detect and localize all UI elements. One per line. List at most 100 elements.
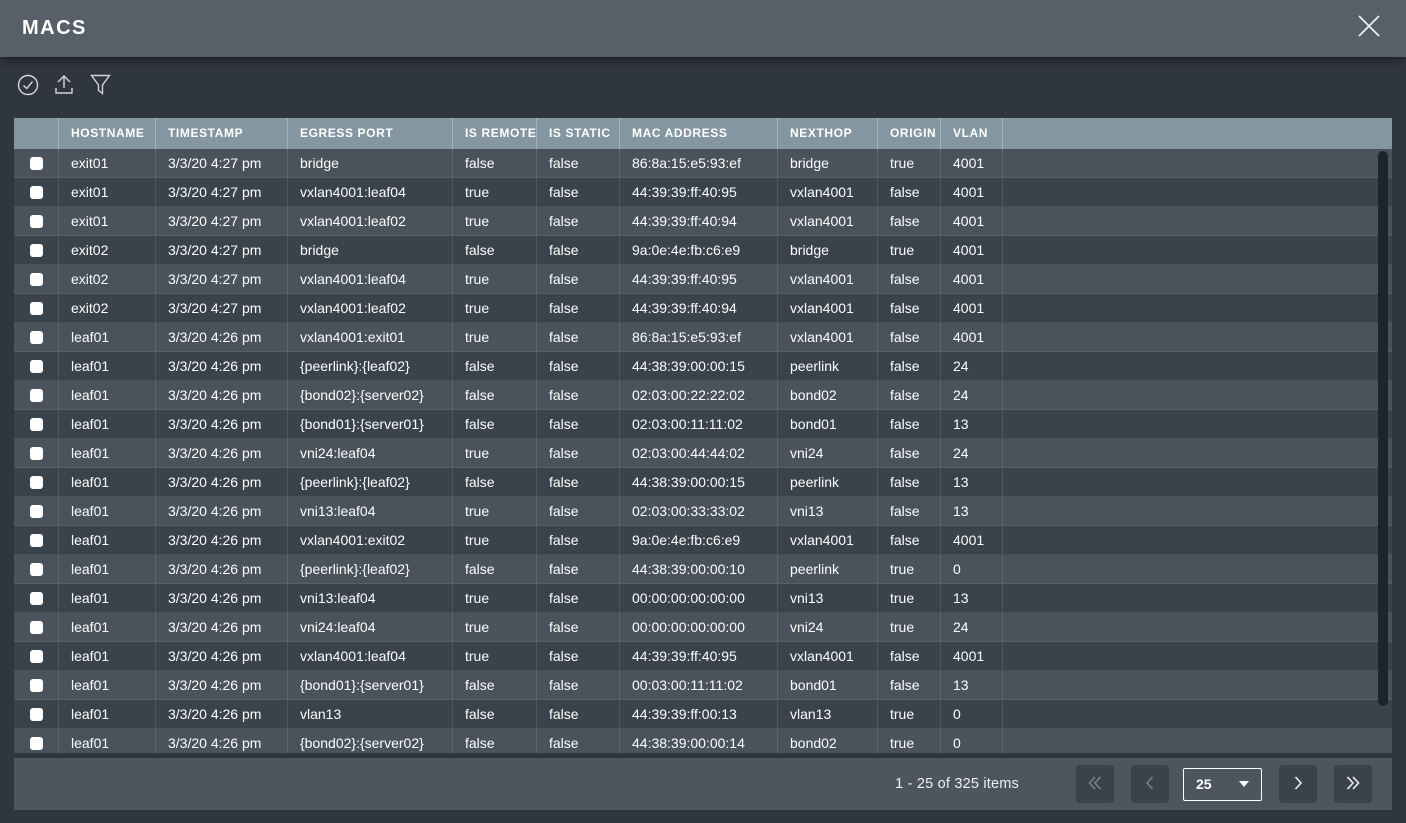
cell-is-static: false (537, 352, 620, 381)
cell-nexthop: vni13 (778, 497, 878, 526)
cell-hostname: exit02 (59, 236, 156, 265)
header-cell-timestamp[interactable]: TIMESTAMP (156, 118, 288, 149)
row-checkbox[interactable] (30, 592, 43, 605)
row-checkbox[interactable] (30, 679, 43, 692)
table-row: leaf013/3/20 4:26 pmvni13:leaf04truefals… (14, 497, 1392, 526)
cell-is-static: false (537, 613, 620, 642)
cell-filler (1003, 729, 1392, 753)
table-rows: exit013/3/20 4:27 pmbridgefalsefalse86:8… (14, 149, 1392, 753)
row-checkbox[interactable] (30, 621, 43, 634)
header-cell-egress-port[interactable]: EGRESS PORT (288, 118, 453, 149)
cell-is-static: false (537, 381, 620, 410)
row-checkbox-cell (14, 207, 59, 236)
cell-hostname: leaf01 (59, 613, 156, 642)
previous-page-button[interactable] (1131, 765, 1169, 803)
cell-egress-port: vxlan4001:leaf04 (288, 265, 453, 294)
table-row: leaf013/3/20 4:26 pm{peerlink}:{leaf02}f… (14, 352, 1392, 381)
cell-mac-address: 86:8a:15:e5:93:ef (620, 149, 778, 178)
cell-mac-address: 9a:0e:4e:fb:c6:e9 (620, 236, 778, 265)
cell-nexthop: vxlan4001 (778, 526, 878, 555)
cell-mac-address: 44:39:39:ff:40:94 (620, 207, 778, 236)
row-checkbox-cell (14, 323, 59, 352)
cell-timestamp: 3/3/20 4:26 pm (156, 700, 288, 729)
row-checkbox[interactable] (30, 505, 43, 518)
cell-egress-port: vni13:leaf04 (288, 497, 453, 526)
header-cell-is-remote[interactable]: IS REMOTE (453, 118, 537, 149)
cell-is-remote: true (453, 497, 537, 526)
header-cell-is-static[interactable]: IS STATIC (537, 118, 620, 149)
table-row: exit023/3/20 4:27 pmvxlan4001:leaf02true… (14, 294, 1392, 323)
header-cell-vlan[interactable]: VLAN (941, 118, 1003, 149)
vertical-scrollbar[interactable] (1378, 151, 1388, 706)
cell-nexthop: vxlan4001 (778, 178, 878, 207)
select-all-button[interactable] (16, 76, 40, 100)
cell-origin: false (878, 642, 941, 671)
cell-mac-address: 9a:0e:4e:fb:c6:e9 (620, 526, 778, 555)
row-checkbox[interactable] (30, 563, 43, 576)
cell-mac-address: 02:03:00:11:11:02 (620, 410, 778, 439)
cell-timestamp: 3/3/20 4:26 pm (156, 671, 288, 700)
row-checkbox[interactable] (30, 244, 43, 257)
header-cell-nexthop[interactable]: NEXTHOP (778, 118, 878, 149)
cell-egress-port: {bond01}:{server01} (288, 671, 453, 700)
row-checkbox[interactable] (30, 534, 43, 547)
row-checkbox[interactable] (30, 737, 43, 750)
cell-vlan: 13 (941, 671, 1003, 700)
row-checkbox[interactable] (30, 360, 43, 373)
last-page-button[interactable] (1334, 765, 1372, 803)
row-checkbox-cell (14, 468, 59, 497)
cell-origin: true (878, 555, 941, 584)
cell-vlan: 4001 (941, 265, 1003, 294)
header-cell-mac-address[interactable]: MAC ADDRESS (620, 118, 778, 149)
row-checkbox[interactable] (30, 157, 43, 170)
cell-mac-address: 00:00:00:00:00:00 (620, 613, 778, 642)
cell-is-remote: true (453, 265, 537, 294)
cell-egress-port: vxlan4001:leaf04 (288, 642, 453, 671)
cell-hostname: leaf01 (59, 497, 156, 526)
row-checkbox-cell (14, 410, 59, 439)
cell-hostname: exit01 (59, 207, 156, 236)
cell-is-static: false (537, 178, 620, 207)
row-checkbox[interactable] (30, 186, 43, 199)
row-checkbox-cell (14, 236, 59, 265)
cell-timestamp: 3/3/20 4:26 pm (156, 439, 288, 468)
filter-button[interactable] (88, 76, 112, 100)
cell-is-remote: true (453, 526, 537, 555)
close-button[interactable] (1354, 14, 1384, 44)
row-checkbox[interactable] (30, 273, 43, 286)
cell-timestamp: 3/3/20 4:26 pm (156, 497, 288, 526)
cell-nexthop: vxlan4001 (778, 207, 878, 236)
row-checkbox[interactable] (30, 708, 43, 721)
cell-origin: false (878, 178, 941, 207)
export-button[interactable] (52, 76, 76, 100)
first-page-button[interactable] (1076, 765, 1114, 803)
cell-vlan: 4001 (941, 642, 1003, 671)
row-checkbox-cell (14, 439, 59, 468)
cell-is-remote: false (453, 555, 537, 584)
cell-nexthop: vni13 (778, 584, 878, 613)
row-checkbox[interactable] (30, 389, 43, 402)
cell-origin: false (878, 526, 941, 555)
cell-vlan: 4001 (941, 236, 1003, 265)
cell-is-static: false (537, 207, 620, 236)
row-checkbox[interactable] (30, 302, 43, 315)
cell-hostname: exit01 (59, 149, 156, 178)
cell-nexthop: peerlink (778, 352, 878, 381)
row-checkbox[interactable] (30, 331, 43, 344)
row-checkbox[interactable] (30, 447, 43, 460)
header-cell-hostname[interactable]: HOSTNAME (59, 118, 156, 149)
cell-timestamp: 3/3/20 4:26 pm (156, 642, 288, 671)
row-checkbox[interactable] (30, 650, 43, 663)
page-size-select[interactable]: 25 (1183, 768, 1262, 801)
row-checkbox[interactable] (30, 476, 43, 489)
cell-origin: true (878, 236, 941, 265)
row-checkbox-cell (14, 613, 59, 642)
row-checkbox[interactable] (30, 215, 43, 228)
header-cell-origin[interactable]: ORIGIN (878, 118, 941, 149)
cell-egress-port: vxlan4001:leaf02 (288, 207, 453, 236)
table-row: leaf013/3/20 4:26 pmvxlan4001:leaf04true… (14, 642, 1392, 671)
table-row: leaf013/3/20 4:26 pm{peerlink}:{leaf02}f… (14, 555, 1392, 584)
next-page-button[interactable] (1279, 765, 1317, 803)
page-title: MACS (22, 17, 87, 40)
row-checkbox[interactable] (30, 418, 43, 431)
